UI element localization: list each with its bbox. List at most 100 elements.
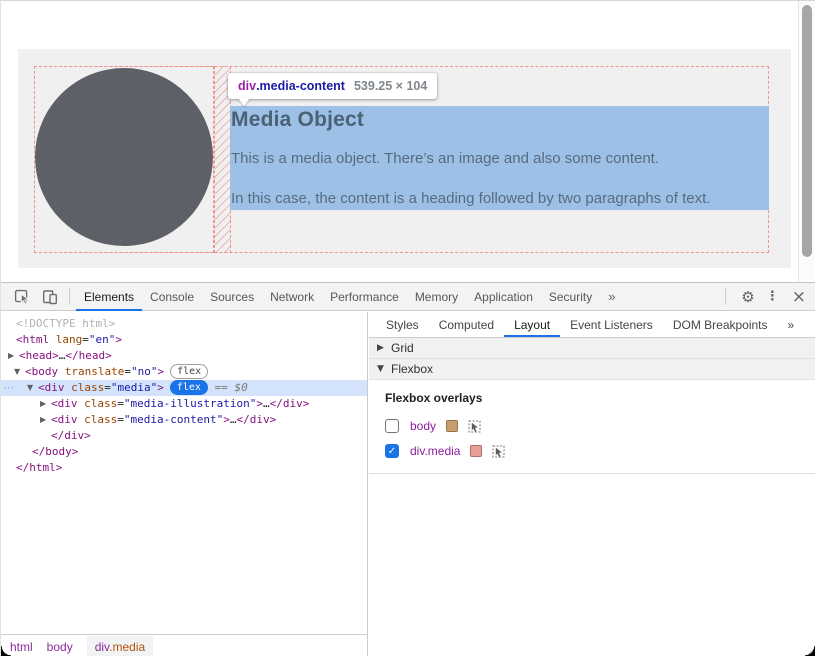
tab-sources[interactable]: Sources xyxy=(202,283,262,311)
dom-node-text: <html lang="en"> xyxy=(16,333,122,346)
tab-event-listeners[interactable]: Event Listeners xyxy=(560,312,663,337)
media-illustration-circle xyxy=(35,68,213,246)
breadcrumb-item[interactable]: body xyxy=(47,640,73,654)
code-token: "media" xyxy=(111,381,157,394)
flex-badge[interactable]: flex xyxy=(170,380,208,395)
more-sidebar-tabs-icon[interactable]: » xyxy=(778,312,805,337)
code-token: <html xyxy=(16,333,56,346)
chevron-right-icon[interactable]: ▶ xyxy=(377,343,391,353)
code-token: = xyxy=(124,365,131,378)
dom-node-text: <head>…</head> xyxy=(19,349,112,362)
breadcrumb-item[interactable]: div.media xyxy=(87,636,153,656)
code-token: <!DOCTYPE html> xyxy=(16,317,115,330)
inspect-tooltip: div.media-content 539.25 × 104 xyxy=(228,73,437,99)
code-token: > xyxy=(223,413,230,426)
code-token: $0 xyxy=(234,381,247,394)
sidebar-tabs: StylesComputedLayoutEvent ListenersDOM B… xyxy=(369,312,815,338)
tab-computed[interactable]: Computed xyxy=(429,312,504,337)
inspect-element-icon[interactable] xyxy=(13,288,31,306)
chevron-down-icon[interactable]: ▼ xyxy=(27,380,33,396)
dom-tree-row[interactable]: ▼ <body translate="no"> flex xyxy=(1,364,367,380)
color-swatch xyxy=(446,420,458,432)
page-paragraph: This is a media object. There’s an image… xyxy=(231,150,659,167)
flexbox-section-header[interactable]: ▼ Flexbox xyxy=(369,359,815,380)
code-token: translate xyxy=(65,365,125,378)
code-token: <div xyxy=(38,381,71,394)
grid-section-header[interactable]: ▶ Grid xyxy=(369,338,815,359)
dom-tree-row[interactable]: </html> xyxy=(1,460,367,476)
breadcrumb-token: body xyxy=(47,640,73,654)
code-token: "media-content" xyxy=(124,413,223,426)
customize-menu-icon[interactable]: ⋮ xyxy=(766,289,779,304)
elements-tree: <!DOCTYPE html><html lang="en">▶<head>…<… xyxy=(1,312,368,634)
tab-dom-breakpoints[interactable]: DOM Breakpoints xyxy=(663,312,778,337)
code-token: > xyxy=(157,381,164,394)
code-token: > xyxy=(157,365,164,378)
page-heading: Media Object xyxy=(231,108,364,132)
overlay-element-label[interactable]: body xyxy=(410,419,436,433)
dom-tree-row[interactable]: ▶<div class="media-illustration">…</div> xyxy=(1,396,367,412)
overlay-element-label[interactable]: div.media xyxy=(410,444,460,458)
close-icon[interactable]: × xyxy=(792,287,806,307)
dom-node-text: <!DOCTYPE html> xyxy=(16,317,115,330)
pick-element-icon[interactable] xyxy=(468,420,481,433)
flexbox-overlay-rows: body ✓ div.media xyxy=(385,418,800,459)
code-token: = xyxy=(104,381,111,394)
page-scrollbar[interactable] xyxy=(798,1,815,282)
dom-tree-row[interactable]: <!DOCTYPE html> xyxy=(1,316,367,332)
dom-tree-row[interactable]: <html lang="en"> xyxy=(1,332,367,348)
chevron-down-icon[interactable]: ▼ xyxy=(377,364,391,374)
tooltip-tag: div xyxy=(238,79,256,93)
toolbar-separator xyxy=(725,288,726,305)
overlay-checkbox[interactable]: ✓ xyxy=(385,444,399,458)
grid-section-label: Grid xyxy=(391,341,414,355)
tab-application[interactable]: Application xyxy=(466,283,541,311)
tab-console[interactable]: Console xyxy=(142,283,202,311)
color-swatch xyxy=(470,445,482,457)
tab-styles[interactable]: Styles xyxy=(376,312,429,337)
code-token: "en" xyxy=(89,333,116,346)
flexbox-overlays-pane: Flexbox overlays body ✓div.media xyxy=(369,380,815,459)
flex-badge[interactable]: flex xyxy=(170,364,208,379)
tab-security[interactable]: Security xyxy=(541,283,600,311)
pick-element-icon[interactable] xyxy=(492,445,505,458)
breadcrumb-item[interactable]: html xyxy=(10,640,33,654)
flexbox-overlay-row: body xyxy=(385,418,800,434)
elements-sidebar: StylesComputedLayoutEvent ListenersDOM B… xyxy=(369,312,815,656)
scrollbar-thumb[interactable] xyxy=(802,5,812,257)
chevron-right-icon[interactable]: ▶ xyxy=(40,396,46,412)
settings-gear-icon[interactable]: ⚙ xyxy=(741,288,754,306)
tab-elements[interactable]: Elements xyxy=(76,283,142,311)
device-toolbar-icon[interactable] xyxy=(41,288,59,306)
code-token: <div xyxy=(51,413,84,426)
dom-node-text: <div class="media"> xyxy=(38,381,164,394)
chevron-right-icon[interactable]: ▶ xyxy=(40,412,46,428)
breadcrumb: html body div.media xyxy=(1,634,368,656)
dom-tree-row[interactable]: ⋯▼<div class="media">flex == $0 xyxy=(1,380,367,396)
overlay-checkbox[interactable] xyxy=(385,419,399,433)
chevron-right-icon[interactable]: ▶ xyxy=(8,348,14,364)
tab-performance[interactable]: Performance xyxy=(322,283,407,311)
tab-network[interactable]: Network xyxy=(262,283,322,311)
breadcrumb-token: html xyxy=(10,640,33,654)
code-token: "media-illustration" xyxy=(124,397,256,410)
dom-node-text: <body translate="no"> xyxy=(25,365,164,378)
code-token: </div> xyxy=(51,429,91,442)
code-token: = xyxy=(82,333,89,346)
dom-tree-row[interactable]: </body> xyxy=(1,444,367,460)
code-token: class xyxy=(84,413,117,426)
chevron-down-icon[interactable]: ▼ xyxy=(14,364,20,380)
dom-tree-row[interactable]: ▶<div class="media-content">…</div> xyxy=(1,412,367,428)
dom-tree-row[interactable]: </div> xyxy=(1,428,367,444)
devtools-toolbar: ElementsConsoleSourcesNetworkPerformance… xyxy=(1,283,815,311)
tab-memory[interactable]: Memory xyxy=(407,283,466,311)
breadcrumb-token: div xyxy=(95,640,109,654)
flexbox-overlay-row: ✓ div.media xyxy=(385,443,800,459)
code-token: <head> xyxy=(19,349,59,362)
code-token: = xyxy=(117,413,124,426)
dom-tree-row[interactable]: ▶ <head>…</head> xyxy=(1,348,367,364)
code-token: = xyxy=(117,397,124,410)
more-tabs-icon[interactable]: » xyxy=(600,289,623,304)
tab-layout[interactable]: Layout xyxy=(504,312,560,337)
toolbar-right-cluster: ⚙ ⋮ × xyxy=(715,287,806,307)
